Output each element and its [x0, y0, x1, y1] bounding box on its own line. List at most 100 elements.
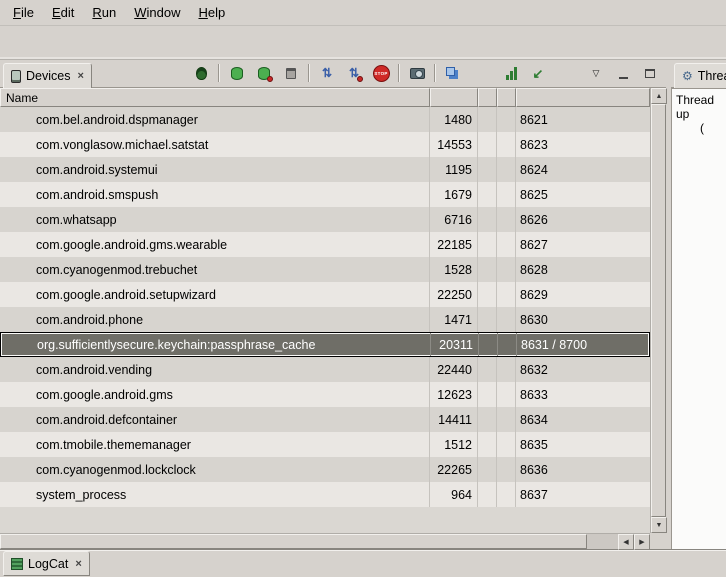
view-menu-icon: ▽ [593, 69, 600, 78]
scroll-right-button[interactable]: ▶ [634, 534, 650, 550]
table-row[interactable]: com.android.systemui11958624 [0, 157, 650, 182]
status-cell [478, 257, 497, 282]
process-port: 8625 [516, 182, 650, 207]
menu-file[interactable]: File [4, 0, 43, 25]
debug-process-button[interactable] [191, 63, 211, 83]
process-name: com.whatsapp [0, 207, 430, 232]
stop-process-button[interactable]: STOP [371, 63, 391, 83]
camera-icon [410, 68, 425, 79]
status-cell [478, 407, 497, 432]
up-arrow-icon: ▲ [656, 93, 663, 100]
logcat-bar: LogCat × [0, 549, 726, 577]
table-row[interactable]: com.bel.android.dspmanager14808621 [0, 107, 650, 132]
process-port: 8624 [516, 157, 650, 182]
table-row[interactable]: com.tmobile.thememanager15128635 [0, 432, 650, 457]
table-row[interactable]: com.whatsapp67168626 [0, 207, 650, 232]
table-row[interactable]: com.android.smspush16798625 [0, 182, 650, 207]
status-cell [497, 157, 516, 182]
right-arrow-icon: ▶ [639, 538, 644, 546]
maximize-icon [645, 69, 655, 78]
process-name: com.bel.android.dspmanager [0, 107, 430, 132]
process-port: 8623 [516, 132, 650, 157]
menu-edit[interactable]: Edit [43, 0, 83, 25]
table-row[interactable]: com.cyanogenmod.lockclock222658636 [0, 457, 650, 482]
tab-logcat[interactable]: LogCat × [3, 551, 90, 576]
column-header-pid[interactable] [430, 88, 478, 107]
vertical-scroll-thumb[interactable] [651, 104, 666, 517]
column-header-port[interactable] [516, 88, 650, 107]
status-cell [478, 482, 497, 507]
table-row[interactable]: com.google.android.setupwizard222508629 [0, 282, 650, 307]
status-cell [498, 333, 517, 356]
main-area: Devices × [0, 60, 726, 549]
start-method-profiling-button[interactable]: ⇅ [344, 63, 364, 83]
process-name: com.android.vending [0, 357, 430, 382]
logcat-icon [11, 558, 23, 570]
status-cell [479, 333, 498, 356]
table-row[interactable]: com.google.android.gms.wearable221858627 [0, 232, 650, 257]
table-row[interactable]: com.google.android.gms126238633 [0, 382, 650, 407]
close-icon[interactable]: × [75, 70, 83, 82]
threads-message-line1: Thread up [676, 93, 726, 121]
table-row[interactable]: system_process9648637 [0, 482, 650, 507]
menu-help[interactable]: Help [189, 0, 234, 25]
process-pid: 1512 [430, 432, 478, 457]
scroll-left-button[interactable]: ◀ [618, 534, 634, 550]
horizontal-scroll-thumb[interactable] [0, 534, 587, 549]
menubar: File Edit Run Window Help [0, 0, 726, 26]
process-name: com.android.defcontainer [0, 407, 430, 432]
process-table-columns: Name com.bel.android.dspmanager14808621c… [0, 88, 650, 533]
ddms-window: File Edit Run Window Help Devices × [0, 0, 726, 577]
status-cell [497, 357, 516, 382]
update-heap-button[interactable] [227, 63, 247, 83]
heap-icon [231, 67, 243, 80]
process-name: com.google.android.setupwizard [0, 282, 430, 307]
scroll-down-button[interactable]: ▼ [651, 517, 667, 533]
table-row[interactable]: org.sufficientlysecure.keychain:passphra… [0, 332, 650, 357]
process-pid: 22265 [430, 457, 478, 482]
table-row[interactable]: com.cyanogenmod.trebuchet15288628 [0, 257, 650, 282]
menu-window[interactable]: Window [125, 0, 189, 25]
scroll-up-button[interactable]: ▲ [651, 88, 667, 104]
toolbar-separator [218, 64, 220, 82]
opengl-trace-button[interactable]: ↙ [528, 63, 548, 83]
scrollbar-corner [650, 533, 666, 549]
dump-hprof-button[interactable] [254, 63, 274, 83]
process-pid: 14553 [430, 132, 478, 157]
cause-gc-button[interactable] [281, 63, 301, 83]
view-hierarchy-button[interactable] [443, 63, 463, 83]
screen-capture-button[interactable] [407, 63, 427, 83]
view-menu-button[interactable]: ▽ [586, 63, 606, 83]
maximize-button[interactable] [640, 63, 660, 83]
table-row[interactable]: com.vonglasow.michael.satstat145538623 [0, 132, 650, 157]
hierarchy-icon [446, 67, 455, 76]
left-arrow-icon: ◀ [623, 538, 628, 546]
horizontal-scrollbar[interactable]: ◀ ▶ [0, 533, 650, 549]
column-header-status2[interactable] [497, 88, 516, 107]
close-icon[interactable]: × [73, 558, 81, 570]
process-pid: 1679 [430, 182, 478, 207]
trace-arrow-icon: ↙ [533, 67, 544, 80]
vertical-scroll-track[interactable] [651, 104, 666, 517]
table-row[interactable]: com.android.defcontainer144118634 [0, 407, 650, 432]
process-pid: 22185 [430, 232, 478, 257]
process-port: 8636 [516, 457, 650, 482]
minimize-button[interactable] [613, 63, 633, 83]
menu-run[interactable]: Run [83, 0, 125, 25]
status-cell [497, 257, 516, 282]
table-row[interactable]: com.android.phone14718630 [0, 307, 650, 332]
tab-threads[interactable]: ⚙ Threads [674, 63, 726, 88]
horizontal-scroll-track[interactable] [0, 534, 618, 549]
column-header-name[interactable]: Name [0, 88, 430, 107]
column-header-status1[interactable] [478, 88, 497, 107]
process-pid: 1471 [430, 307, 478, 332]
tab-devices[interactable]: Devices × [3, 63, 92, 88]
vertical-scrollbar[interactable]: ▲ ▼ [650, 88, 666, 533]
update-threads-button[interactable]: ⇅ [317, 63, 337, 83]
process-port: 8627 [516, 232, 650, 257]
table-row[interactable]: com.android.vending224408632 [0, 357, 650, 382]
process-pid: 1480 [430, 107, 478, 132]
systrace-button[interactable] [501, 63, 521, 83]
debug-bug-icon [196, 67, 207, 80]
status-cell [497, 482, 516, 507]
